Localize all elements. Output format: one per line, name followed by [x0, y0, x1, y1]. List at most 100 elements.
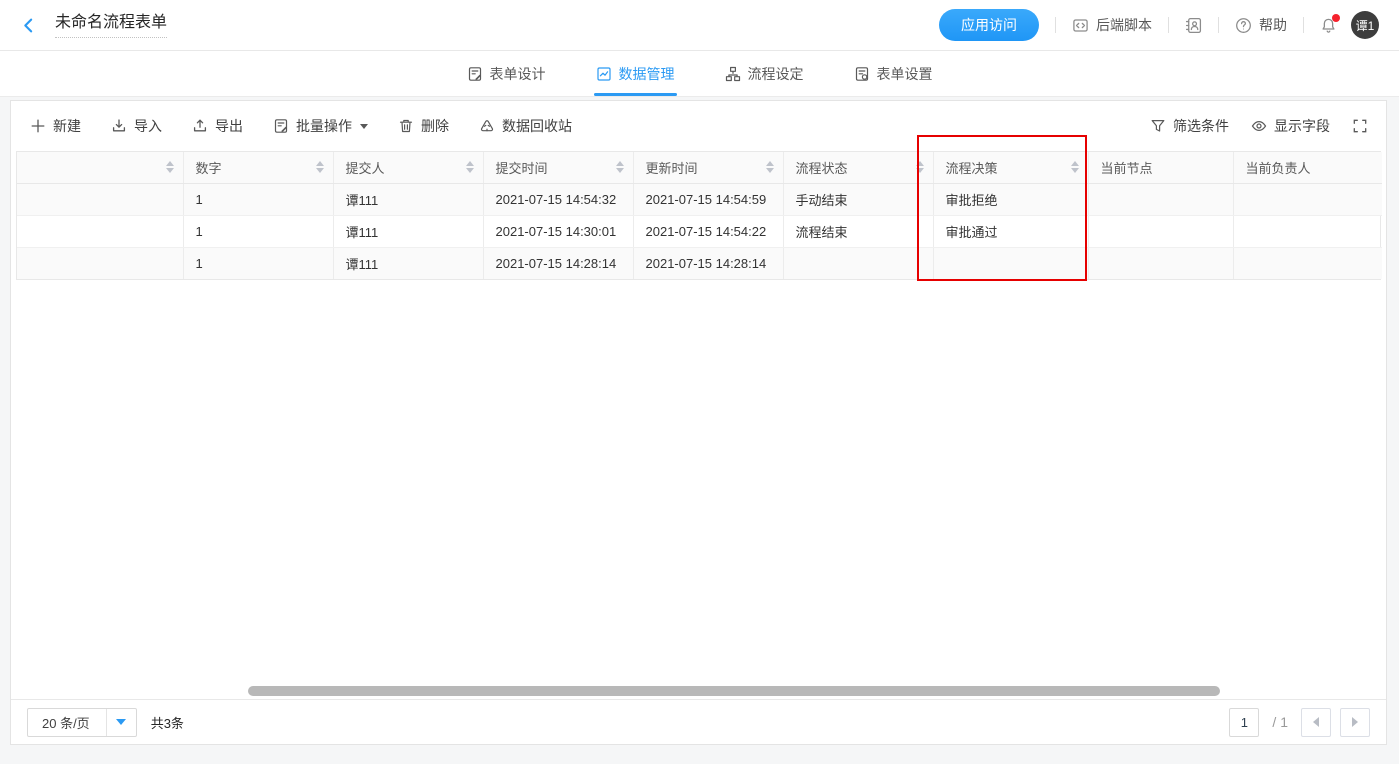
- table-cell[interactable]: 2021-07-15 14:54:59: [633, 183, 783, 215]
- table-cell[interactable]: [1088, 183, 1233, 215]
- import-label: 导入: [134, 116, 162, 136]
- app-access-button[interactable]: 应用访问: [939, 9, 1039, 41]
- delete-label: 删除: [421, 116, 449, 136]
- sort-icon[interactable]: [766, 161, 774, 173]
- total-count-label: 共3条: [151, 713, 184, 732]
- table-cell[interactable]: 审批拒绝: [933, 183, 1088, 215]
- toolbar-right: 筛选条件 显示字段: [1150, 116, 1368, 136]
- tab-label: 流程设定: [748, 64, 804, 84]
- help-button[interactable]: 帮助: [1235, 15, 1287, 35]
- contacts-button[interactable]: [1185, 17, 1202, 34]
- table-cell[interactable]: 手动结束: [783, 183, 933, 215]
- page-size-label: 20 条/页: [28, 709, 106, 736]
- column-header-3[interactable]: 提交时间: [483, 152, 633, 183]
- sort-icon[interactable]: [316, 161, 324, 173]
- code-icon: [1072, 17, 1089, 34]
- data-manage-icon: [596, 66, 612, 82]
- horizontal-scrollbar[interactable]: [248, 686, 1220, 696]
- batch-operations-button[interactable]: 批量操作: [273, 116, 368, 136]
- column-header-4[interactable]: 更新时间: [633, 152, 783, 183]
- table-cell[interactable]: [1088, 247, 1233, 279]
- table-row-1[interactable]: 1谭1112021-07-15 14:30:012021-07-15 14:54…: [17, 215, 1382, 247]
- table-cell[interactable]: 2021-07-15 14:28:14: [633, 247, 783, 279]
- avatar[interactable]: 谭1: [1351, 11, 1379, 39]
- sort-icon[interactable]: [616, 161, 624, 173]
- table-cell[interactable]: 1: [183, 183, 333, 215]
- recycle-bin-button[interactable]: 数据回收站: [479, 116, 572, 136]
- table-cell[interactable]: 1: [183, 215, 333, 247]
- data-table: 数字提交人提交时间更新时间流程状态流程决策当前节点当前负责人1谭1112021-…: [17, 152, 1382, 279]
- tab-form-design[interactable]: 表单设计: [467, 51, 546, 96]
- table-cell[interactable]: [17, 183, 183, 215]
- divider: [1218, 17, 1219, 33]
- backend-script-label: 后端脚本: [1096, 15, 1152, 35]
- notification-button[interactable]: [1320, 17, 1337, 34]
- column-header-5[interactable]: 流程状态: [783, 152, 933, 183]
- page-number-input[interactable]: [1229, 708, 1259, 737]
- fullscreen-button[interactable]: [1352, 118, 1368, 134]
- column-header-2[interactable]: 提交人: [333, 152, 483, 183]
- tab-flow-setting[interactable]: 流程设定: [725, 51, 804, 96]
- import-button[interactable]: 导入: [111, 116, 162, 136]
- table-cell[interactable]: 审批通过: [933, 215, 1088, 247]
- batch-operations-label: 批量操作: [296, 116, 352, 136]
- table-cell[interactable]: 谭111: [333, 215, 483, 247]
- table-cell[interactable]: [1233, 247, 1382, 279]
- table-cell[interactable]: 谭111: [333, 183, 483, 215]
- tab-label: 表单设置: [877, 64, 933, 84]
- tab-data-manage[interactable]: 数据管理: [596, 51, 675, 96]
- caret-down-icon: [116, 719, 126, 725]
- table-cell[interactable]: 2021-07-15 14:54:32: [483, 183, 633, 215]
- display-fields-label: 显示字段: [1274, 116, 1330, 136]
- display-fields-button[interactable]: 显示字段: [1251, 116, 1330, 136]
- tab-label: 数据管理: [619, 64, 675, 84]
- column-header-1[interactable]: 数字: [183, 152, 333, 183]
- sort-icon[interactable]: [1071, 161, 1079, 173]
- new-label: 新建: [53, 116, 81, 136]
- delete-button[interactable]: 删除: [398, 116, 449, 136]
- column-header-6[interactable]: 流程决策: [933, 152, 1088, 183]
- header-actions: 应用访问 后端脚本 帮助 谭1: [939, 9, 1379, 41]
- column-header-0[interactable]: [17, 152, 183, 183]
- prev-page-button[interactable]: [1301, 708, 1331, 737]
- export-button[interactable]: 导出: [192, 116, 243, 136]
- new-button[interactable]: 新建: [30, 116, 81, 136]
- table-cell[interactable]: 2021-07-15 14:54:22: [633, 215, 783, 247]
- table-cell[interactable]: 2021-07-15 14:30:01: [483, 215, 633, 247]
- table-cell[interactable]: 谭111: [333, 247, 483, 279]
- filter-button[interactable]: 筛选条件: [1150, 116, 1229, 136]
- plus-icon: [30, 118, 46, 134]
- table-cell[interactable]: 1: [183, 247, 333, 279]
- sort-icon[interactable]: [916, 161, 924, 173]
- table-cell[interactable]: 2021-07-15 14:28:14: [483, 247, 633, 279]
- recycle-icon: [479, 118, 495, 134]
- table-cell[interactable]: [1088, 215, 1233, 247]
- sort-icon[interactable]: [166, 161, 174, 173]
- tab-form-setting[interactable]: 表单设置: [854, 51, 933, 96]
- divider: [1055, 17, 1056, 33]
- next-page-button[interactable]: [1340, 708, 1370, 737]
- table-cell[interactable]: [1233, 183, 1382, 215]
- pagination-controls: / 1: [1229, 708, 1370, 737]
- sort-asc-icon: [916, 161, 924, 166]
- page-size-select[interactable]: 20 条/页: [27, 708, 137, 737]
- table-row-2[interactable]: 1谭1112021-07-15 14:28:142021-07-15 14:28…: [17, 247, 1382, 279]
- table-cell[interactable]: [933, 247, 1088, 279]
- table-cell[interactable]: [17, 215, 183, 247]
- table-cell[interactable]: 流程结束: [783, 215, 933, 247]
- column-label: 流程状态: [796, 161, 848, 176]
- table-cell[interactable]: [17, 247, 183, 279]
- form-design-icon: [467, 66, 483, 82]
- table-cell[interactable]: [1233, 215, 1382, 247]
- backend-script-button[interactable]: 后端脚本: [1072, 15, 1152, 35]
- trash-icon: [398, 118, 414, 134]
- export-icon: [192, 118, 208, 134]
- back-button[interactable]: [20, 17, 37, 34]
- chevron-right-icon: [1352, 717, 1358, 727]
- filter-icon: [1150, 118, 1166, 134]
- table-cell[interactable]: [783, 247, 933, 279]
- caret-down-icon: [360, 124, 368, 129]
- sort-icon[interactable]: [466, 161, 474, 173]
- column-label: 更新时间: [646, 161, 698, 176]
- table-row-0[interactable]: 1谭1112021-07-15 14:54:322021-07-15 14:54…: [17, 183, 1382, 215]
